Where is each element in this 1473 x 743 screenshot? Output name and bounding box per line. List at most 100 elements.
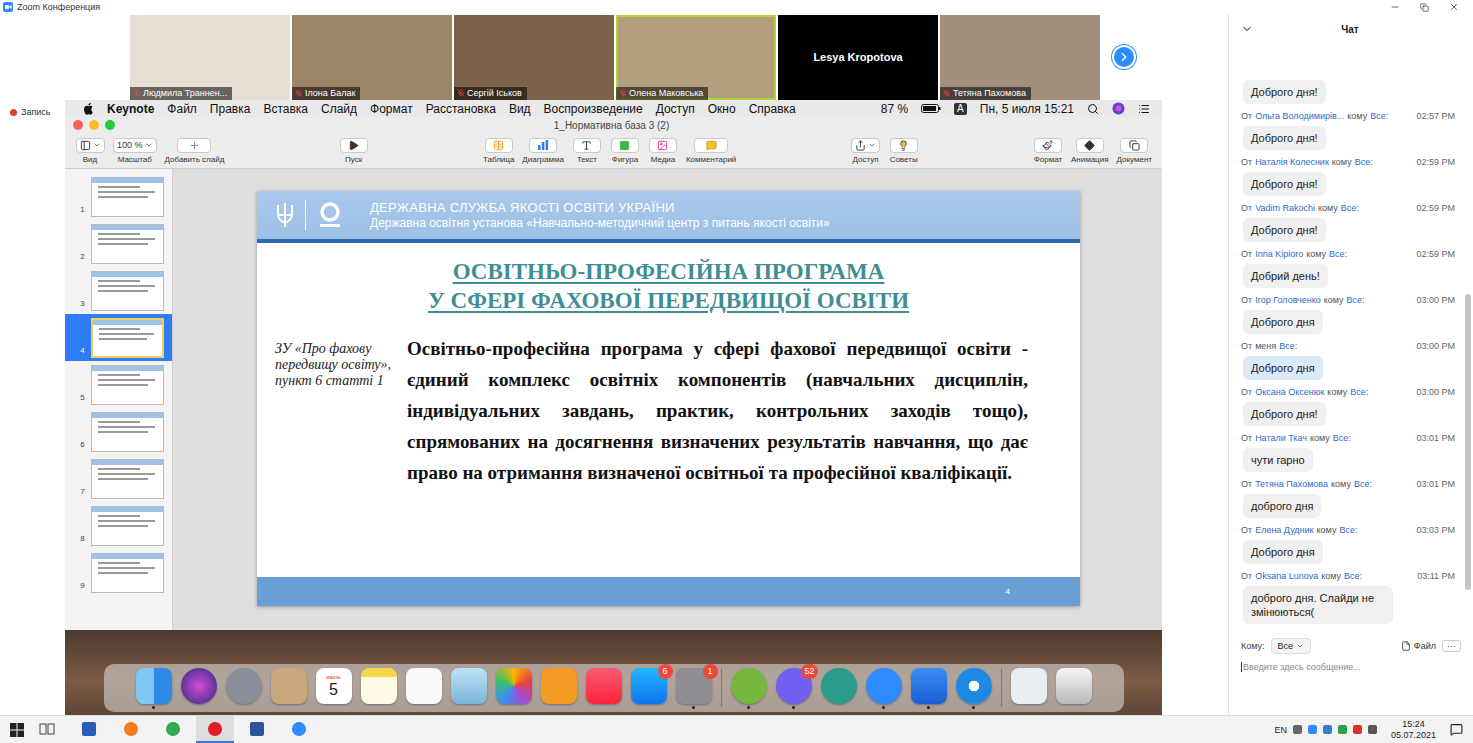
slide-thumbnail[interactable]: 6 bbox=[65, 408, 172, 455]
windows-start-icon[interactable] bbox=[10, 723, 24, 737]
slide-thumbnail[interactable]: 3 bbox=[65, 267, 172, 314]
slide-thumbnail[interactable]: 1 bbox=[65, 173, 172, 220]
slide-thumbnail[interactable]: 2 bbox=[65, 220, 172, 267]
dock-item[interactable] bbox=[226, 668, 262, 709]
keynote-icon bbox=[911, 668, 947, 704]
search-icon[interactable] bbox=[1087, 103, 1099, 115]
menu-item[interactable]: Доступ bbox=[656, 102, 695, 116]
dock-item[interactable] bbox=[271, 668, 307, 709]
toolbar-button[interactable]: Фигура bbox=[610, 138, 640, 164]
menu-app[interactable]: Keynote bbox=[107, 102, 154, 116]
dock-item[interactable] bbox=[956, 668, 992, 709]
taskbar-app[interactable] bbox=[112, 716, 150, 743]
dock-item[interactable] bbox=[496, 668, 532, 709]
message-input[interactable]: Введите здесь сообщение... bbox=[1241, 662, 1461, 672]
toolbar-button[interactable]: Пуск bbox=[339, 138, 369, 164]
menu-item[interactable]: Файл bbox=[167, 102, 197, 116]
control-list-icon[interactable] bbox=[1138, 103, 1150, 115]
chat-scrollbar[interactable] bbox=[1463, 44, 1473, 630]
message-bubble: Доброго дня bbox=[1243, 310, 1323, 334]
message-meta: ОтменяВсе:03:00 PM bbox=[1241, 340, 1455, 352]
participant-tile[interactable]: Тетяна Пахомова bbox=[940, 15, 1100, 100]
toolbar-button[interactable]: Таблица bbox=[483, 138, 514, 164]
dock-item[interactable] bbox=[911, 668, 947, 709]
toolbar-button[interactable]: Комментарий bbox=[686, 138, 736, 164]
toolbar-button[interactable]: Документ bbox=[1117, 138, 1153, 164]
slide-thumbnail[interactable]: 7 bbox=[65, 455, 172, 502]
language-indicator[interactable]: EN bbox=[1274, 725, 1287, 735]
minimize-icon[interactable] bbox=[1390, 2, 1400, 12]
minimize-light-icon[interactable] bbox=[89, 120, 99, 130]
recording-indicator: Запись bbox=[10, 107, 65, 117]
toolbar-button[interactable]: Медиа bbox=[648, 138, 678, 164]
dock-item[interactable]: 52 bbox=[776, 668, 812, 709]
zoom-icon bbox=[866, 668, 902, 704]
dock-item[interactable] bbox=[821, 668, 857, 709]
slide-thumbnail[interactable]: 4 bbox=[65, 314, 172, 361]
menu-item[interactable]: Слайд bbox=[321, 102, 357, 116]
participant-tile[interactable]: Олена Маковська bbox=[616, 15, 776, 100]
slide-thumbnail[interactable]: 8 bbox=[65, 502, 172, 549]
participant-tile[interactable]: Сергій Іськов bbox=[454, 15, 614, 100]
menu-item[interactable]: Правка bbox=[210, 102, 251, 116]
collapse-icon[interactable] bbox=[1241, 23, 1253, 35]
participant-tile[interactable]: Ілона Балак bbox=[292, 15, 452, 100]
toolbar-button[interactable]: Доступ bbox=[851, 138, 881, 164]
restore-icon[interactable] bbox=[1420, 3, 1429, 12]
toolbar-button[interactable]: 100 %Масштаб bbox=[113, 138, 157, 164]
dock-item[interactable] bbox=[451, 668, 487, 709]
taskbar-app[interactable] bbox=[154, 716, 192, 743]
chat-message: ОтInna KipioroкомуВсе:02:59 PMДобрий ден… bbox=[1241, 248, 1455, 288]
taskbar-app[interactable] bbox=[28, 716, 66, 743]
notifications-icon[interactable] bbox=[1450, 723, 1463, 736]
dock-item[interactable] bbox=[866, 668, 902, 709]
taskbar-app[interactable] bbox=[280, 716, 318, 743]
toolbar-button[interactable]: Добавить слайд bbox=[165, 138, 225, 164]
dock-item[interactable] bbox=[1011, 668, 1047, 709]
toolbar-button[interactable]: Советы bbox=[889, 138, 919, 164]
taskbar-clock[interactable]: 15:2405.07.2021 bbox=[1383, 719, 1444, 741]
zoom-light-icon[interactable] bbox=[105, 120, 115, 130]
toolbar-button[interactable]: Анимация bbox=[1071, 138, 1109, 164]
dock-item[interactable] bbox=[181, 668, 217, 709]
dock-item[interactable]: 6 bbox=[631, 668, 667, 709]
toolbar-button[interactable]: Формат bbox=[1033, 138, 1063, 164]
toolbar-button[interactable]: Вид bbox=[75, 138, 105, 164]
dock-item[interactable] bbox=[731, 668, 767, 709]
opera-icon bbox=[207, 721, 223, 737]
close-icon[interactable] bbox=[1449, 2, 1459, 12]
menu-item[interactable]: Расстановка bbox=[426, 102, 496, 116]
dock-item[interactable] bbox=[586, 668, 622, 709]
more-button[interactable]: ··· bbox=[1442, 640, 1461, 652]
menu-item[interactable]: Формат bbox=[370, 102, 413, 116]
dock-item[interactable] bbox=[361, 668, 397, 709]
file-button[interactable]: Файл bbox=[1401, 641, 1436, 651]
law-reference: ЗУ «Про фахову передвищу освіту», пункт … bbox=[275, 333, 395, 488]
toolbar-button[interactable]: Диаграмма bbox=[522, 138, 564, 164]
dock-item[interactable] bbox=[1056, 668, 1092, 709]
next-page-button[interactable] bbox=[1112, 45, 1136, 69]
file-icon bbox=[1401, 641, 1411, 651]
taskbar-app[interactable] bbox=[70, 716, 108, 743]
menu-item[interactable]: Вид bbox=[509, 102, 531, 116]
dock-item[interactable]: 1 bbox=[676, 668, 712, 709]
participant-tile[interactable]: Lesya Kropotova bbox=[778, 15, 938, 100]
participant-tile[interactable]: Людмила Траннен... bbox=[130, 15, 290, 100]
recipient-select[interactable]: Все bbox=[1271, 638, 1312, 654]
menu-item[interactable]: Воспроизведение bbox=[544, 102, 643, 116]
dock-item[interactable] bbox=[406, 668, 442, 709]
taskbar-app[interactable] bbox=[196, 716, 234, 743]
menu-item[interactable]: Окно bbox=[708, 102, 736, 116]
dock-item[interactable] bbox=[136, 668, 172, 709]
message-bubble: Доброго дня! bbox=[1243, 126, 1326, 150]
menu-item[interactable]: Справка bbox=[749, 102, 796, 116]
toolbar-button[interactable]: Текст bbox=[572, 138, 602, 164]
slide-thumbnail[interactable]: 9 bbox=[65, 549, 172, 596]
close-light-icon[interactable] bbox=[73, 120, 83, 130]
dock-item[interactable] bbox=[541, 668, 577, 709]
taskbar-app[interactable] bbox=[238, 716, 276, 743]
menu-item[interactable]: Вставка bbox=[263, 102, 308, 116]
dock-item[interactable]: июль5 bbox=[316, 668, 352, 709]
zoom-select[interactable]: 100 % bbox=[113, 138, 157, 153]
slide-thumbnail[interactable]: 5 bbox=[65, 361, 172, 408]
